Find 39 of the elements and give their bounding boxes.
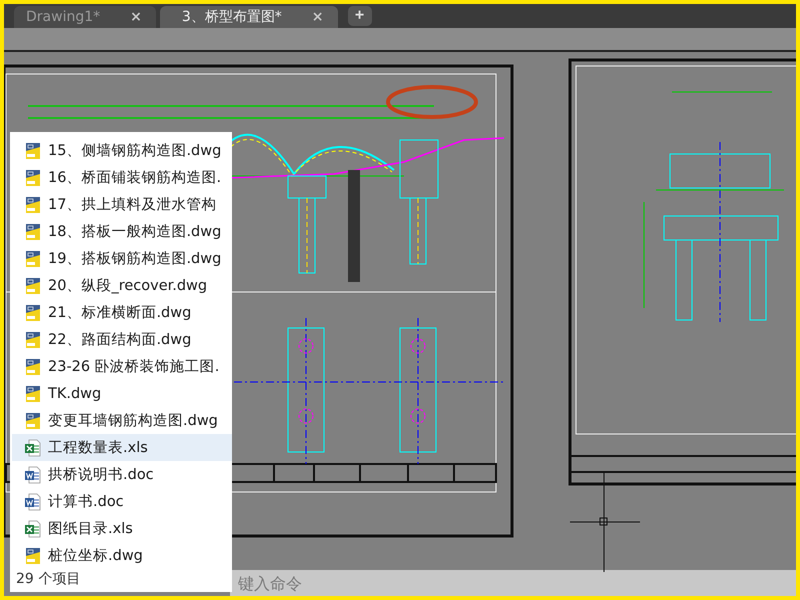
file-item[interactable]: 16、桥面铺装钢筋构造图.	[12, 164, 232, 191]
file-item[interactable]: 22、路面结构面.dwg	[12, 326, 232, 353]
file-item[interactable]: 计算书.doc	[12, 488, 232, 515]
file-item[interactable]: 21、标准横断面.dwg	[12, 299, 232, 326]
drawing-file-icon	[24, 304, 42, 322]
new-tab-button[interactable]: +	[348, 6, 372, 26]
spreadsheet-file-icon	[24, 520, 42, 538]
spreadsheet-file-icon	[24, 438, 42, 456]
command-field[interactable]: 键入命令	[230, 570, 796, 596]
drawing-file-icon	[24, 384, 42, 402]
drawing-file-icon	[24, 250, 42, 268]
file-item[interactable]: 图纸目录.xls	[12, 515, 232, 542]
drawing-file-icon	[24, 276, 42, 294]
document-file-icon	[24, 466, 42, 484]
drawing-file-icon	[24, 196, 42, 214]
drawing-file-icon	[24, 412, 42, 430]
file-item[interactable]: 拱桥说明书.doc	[12, 461, 232, 488]
document-file-icon	[24, 492, 42, 510]
item-count: 29 个项目	[15, 570, 82, 588]
file-item[interactable]: 19、搭板钢筋构造图.dwg	[12, 245, 232, 272]
file-item[interactable]: 17、拱上填料及泄水管构	[12, 191, 232, 218]
file-item[interactable]: 15、侧墙钢筋构造图.dwg	[12, 137, 232, 164]
file-item[interactable]: TK.dwg	[12, 380, 232, 407]
drawing-file-icon	[24, 142, 42, 160]
drawing-file-icon	[24, 222, 42, 240]
file-item[interactable]: 23-26 卧波桥装饰施工图.	[12, 353, 232, 380]
close-icon[interactable]: ×	[312, 9, 324, 25]
file-item[interactable]: 20、纵段_recover.dwg	[12, 272, 232, 299]
file-item[interactable]: 桩位坐标.dwg	[12, 542, 232, 569]
file-item[interactable]: 变更耳墙钢筋构造图.dwg	[12, 407, 232, 434]
drawing-file-icon	[24, 546, 42, 564]
drawing-file-icon	[24, 330, 42, 348]
drawing-tab[interactable]: 3、桥型布置图* ×	[160, 6, 338, 28]
drawing-file-icon	[24, 168, 42, 186]
file-item[interactable]: 18、搭板一般构造图.dwg	[12, 218, 232, 245]
close-icon[interactable]: ×	[130, 9, 142, 25]
drawing-tab[interactable]: Drawing1* ×	[14, 6, 156, 28]
file-item[interactable]: 工程数量表.xls	[12, 434, 232, 461]
drawing-file-icon	[24, 358, 42, 376]
